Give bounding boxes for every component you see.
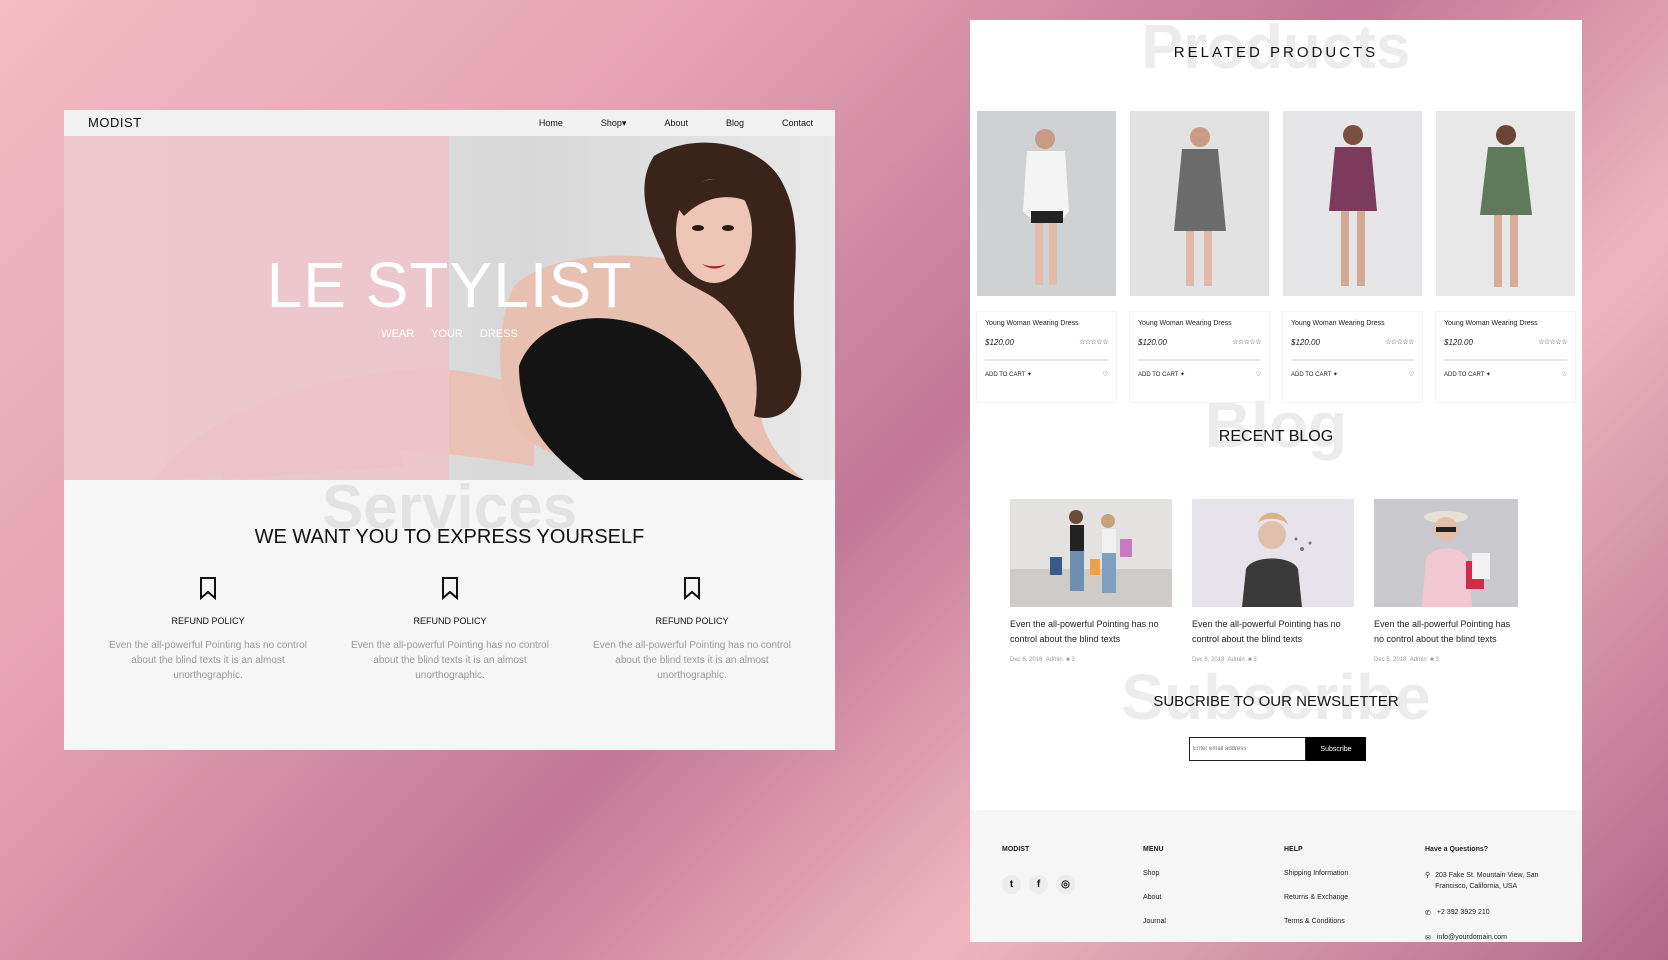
blog-image[interactable] <box>1374 499 1518 607</box>
footer-menu-title: MENU <box>1143 846 1164 853</box>
service-text: Even the all-powerful Pointing has no co… <box>351 640 549 681</box>
divider <box>1138 359 1261 361</box>
bookmark-icon <box>442 577 458 600</box>
product-card[interactable]: Young Woman Wearing Dress $120.00 ☆☆☆☆☆ A… <box>1283 111 1422 402</box>
email-icon: ✉ <box>1425 935 1431 942</box>
product-price: $120.00 <box>1444 338 1473 347</box>
twitter-icon[interactable]: t <box>1002 875 1021 894</box>
subscribe-title: SUBCRIBE TO OUR NEWSLETTER <box>1153 693 1399 710</box>
footer-contact-col: Have a Questions? ⚲ 203 Fake St. Mountain… <box>1425 846 1565 942</box>
instagram-icon[interactable]: ◎ <box>1056 875 1075 894</box>
footer-link-terms[interactable]: Terms & Conditions <box>1284 918 1348 925</box>
footer-link-returns[interactable]: Returns & Exchange <box>1284 894 1348 901</box>
hero-subtitle: WEAR YOUR DRESS <box>381 328 518 340</box>
rating-stars-icon: ☆☆☆☆☆ <box>1538 339 1567 346</box>
hero-title: LE STYLIST <box>266 249 633 321</box>
blog-post-title[interactable]: Even the all-powerful Pointing has no co… <box>1192 617 1354 647</box>
divider <box>1444 359 1567 361</box>
nav-contact[interactable]: Contact <box>782 118 813 129</box>
heart-icon[interactable]: ♡ <box>1409 371 1414 378</box>
add-to-cart-button[interactable]: ADD TO CART ✦ <box>985 371 1032 378</box>
homepage-mockup: MODIST Home Shop▾ About Blog Contact LE … <box>64 110 835 750</box>
site-logo[interactable]: MODIST <box>88 115 142 130</box>
bookmark-icon <box>684 577 700 600</box>
footer-address: 203 Fake St. Mountain View, San Francisc… <box>1435 872 1539 890</box>
product-card[interactable]: Young Woman Wearing Dress $120.00 ☆☆☆☆☆ A… <box>1436 111 1575 402</box>
footer-menu-col: MENU Shop About Journal <box>1143 846 1166 925</box>
blog-post-title[interactable]: Even the all-powerful Pointing has no co… <box>1374 617 1518 647</box>
footer-link-shipping[interactable]: Shipping Information <box>1284 870 1348 877</box>
email-field[interactable] <box>1189 737 1306 761</box>
product-image[interactable] <box>1130 111 1269 296</box>
heart-icon[interactable]: ♡ <box>1256 371 1261 378</box>
footer: MODIST t f ◎ MENU Shop About Journal HELP … <box>970 810 1582 942</box>
nav-menu: Home Shop▾ About Blog Contact <box>539 118 813 129</box>
divider <box>1291 359 1414 361</box>
service-text: Even the all-powerful Pointing has no co… <box>593 640 791 681</box>
product-name[interactable]: Young Woman Wearing Dress <box>1291 320 1414 327</box>
product-name[interactable]: Young Woman Wearing Dress <box>985 320 1108 327</box>
product-image[interactable] <box>1436 111 1575 296</box>
footer-brand-col: MODIST t f ◎ <box>1002 846 1083 894</box>
services-title: WE WANT YOU TO EXPRESS YOURSELF <box>254 526 645 548</box>
footer-phone[interactable]: +2 392 3929 210 <box>1437 909 1490 917</box>
product-image[interactable] <box>977 111 1116 296</box>
footer-email[interactable]: info@yourdomain.com <box>1437 934 1507 942</box>
service-title: REFUND POLICY <box>413 616 487 626</box>
bookmark-icon <box>200 577 216 600</box>
subscribe-button[interactable]: Subscribe <box>1306 737 1366 761</box>
product-name[interactable]: Young Woman Wearing Dress <box>1138 320 1261 327</box>
footer-brand: MODIST <box>1002 846 1030 853</box>
map-pin-icon: ⚲ <box>1425 872 1431 879</box>
add-to-cart-button[interactable]: ADD TO CART ✦ <box>1291 371 1338 378</box>
phone-icon: ✆ <box>1425 910 1431 917</box>
service-title: REFUND POLICY <box>171 616 245 626</box>
service-text: Even the all-powerful Pointing has no co… <box>109 640 307 681</box>
footer-link-shop[interactable]: Shop <box>1143 870 1166 877</box>
product-name[interactable]: Young Woman Wearing Dress <box>1444 320 1567 327</box>
footer-contact-title: Have a Questions? <box>1425 846 1489 853</box>
product-price: $120.00 <box>1291 338 1320 347</box>
product-price: $120.00 <box>985 338 1014 347</box>
footer-link-about[interactable]: About <box>1143 894 1166 901</box>
blog-post-title[interactable]: Even the all-powerful Pointing has no co… <box>1010 617 1172 647</box>
navbar: MODIST Home Shop▾ About Blog Contact <box>64 110 835 136</box>
service-card: REFUND POLICY Even the all-powerful Poin… <box>587 576 797 683</box>
divider <box>985 359 1108 361</box>
blog-image[interactable] <box>1192 499 1354 607</box>
add-to-cart-button[interactable]: ADD TO CART ✦ <box>1444 371 1491 378</box>
nav-shop[interactable]: Shop▾ <box>601 118 627 129</box>
product-image[interactable] <box>1283 111 1422 296</box>
rating-stars-icon: ☆☆☆☆☆ <box>1079 339 1108 346</box>
blog-ghost-text: Blog <box>1204 389 1348 461</box>
footer-link-journal[interactable]: Journal <box>1143 918 1166 925</box>
blog-card[interactable]: Even the all-powerful Pointing has no co… <box>1192 499 1354 663</box>
footer-help-title: HELP <box>1284 846 1303 853</box>
heart-icon[interactable]: ♡ <box>1103 371 1108 378</box>
rating-stars-icon: ☆☆☆☆☆ <box>1232 339 1261 346</box>
products-title: RELATED PRODUCTS <box>1173 44 1379 61</box>
product-card[interactable]: Young Woman Wearing Dress $120.00 ☆☆☆☆☆ A… <box>977 111 1116 402</box>
heart-icon[interactable]: ♡ <box>1562 371 1567 378</box>
add-to-cart-button[interactable]: ADD TO CART ✦ <box>1138 371 1185 378</box>
hero-banner: LE STYLIST WEAR YOUR DRESS <box>64 136 835 480</box>
footer-help-col: HELP Shipping Information Returns & Exch… <box>1284 846 1348 925</box>
nav-blog[interactable]: Blog <box>726 118 744 129</box>
service-card: REFUND POLICY Even the all-powerful Poin… <box>103 576 313 683</box>
service-title: REFUND POLICY <box>655 616 729 626</box>
product-price: $120.00 <box>1138 338 1167 347</box>
rating-stars-icon: ☆☆☆☆☆ <box>1385 339 1414 346</box>
blog-image[interactable] <box>1010 499 1172 607</box>
facebook-icon[interactable]: f <box>1029 875 1048 894</box>
service-card: REFUND POLICY Even the all-powerful Poin… <box>345 576 555 683</box>
blog-title: RECENT BLOG <box>1218 428 1334 445</box>
nav-home[interactable]: Home <box>539 118 563 129</box>
product-card[interactable]: Young Woman Wearing Dress $120.00 ☆☆☆☆☆ A… <box>1130 111 1269 402</box>
blog-card[interactable]: Even the all-powerful Pointing has no co… <box>1374 499 1518 663</box>
shop-page-mockup: Products RELATED PRODUCTS Young Woman We… <box>970 20 1582 942</box>
blog-card[interactable]: Even the all-powerful Pointing has no co… <box>1010 499 1172 663</box>
nav-about[interactable]: About <box>664 118 688 129</box>
newsletter-form: Subscribe <box>1189 737 1366 761</box>
